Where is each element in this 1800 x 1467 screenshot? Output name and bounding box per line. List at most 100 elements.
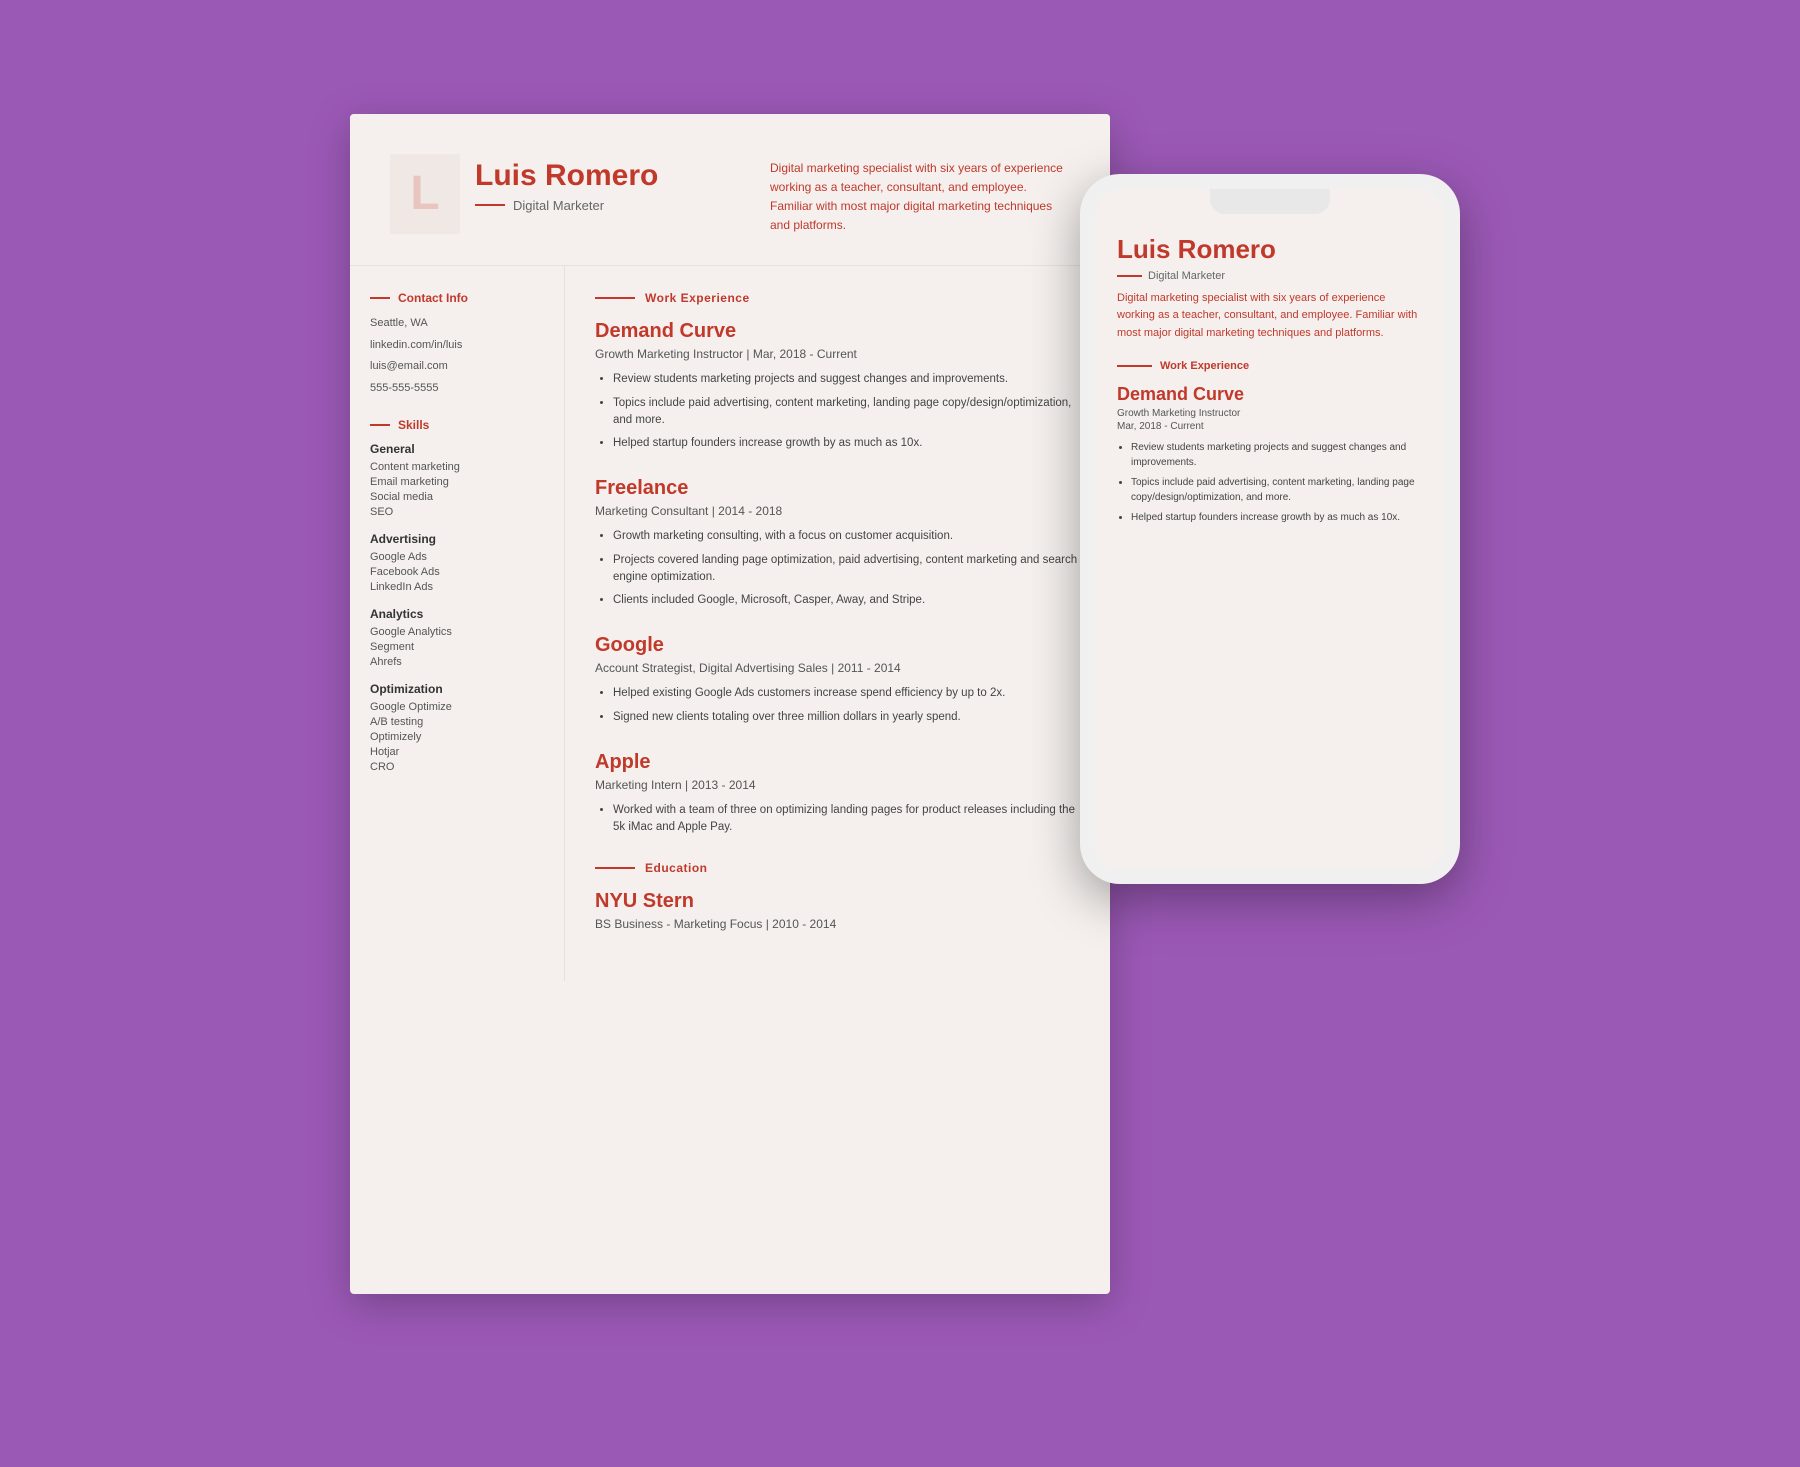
education-degree: BS Business - Marketing Focus | 2010 - 2… xyxy=(595,917,1080,931)
job-bullet: Helped existing Google Ads customers inc… xyxy=(613,685,1080,702)
job-bullet: Topics include paid advertising, content… xyxy=(613,395,1080,430)
phone-screen: R Luis Romero Digital Marketer Digital m… xyxy=(1095,189,1445,869)
skill-content-marketing: Content marketing xyxy=(370,461,544,473)
education-school: NYU Stern xyxy=(595,890,1080,913)
education-header-line xyxy=(595,867,635,869)
skills-optimization: Optimization Google Optimize A/B testing… xyxy=(370,682,544,773)
header-left: L Luis Romero Digital Marketer xyxy=(390,154,658,234)
job-role-demand-curve: Growth Marketing Instructor | Mar, 2018 … xyxy=(595,347,1080,361)
skill-google-optimize: Google Optimize xyxy=(370,701,544,713)
skill-segment: Segment xyxy=(370,641,544,653)
skill-ahrefs: Ahrefs xyxy=(370,656,544,668)
skills-advertising-title: Advertising xyxy=(370,532,544,546)
job-google: Google Account Strategist, Digital Adver… xyxy=(595,634,1080,726)
job-demand-curve: Demand Curve Growth Marketing Instructor… xyxy=(595,320,1080,452)
contact-linkedin: linkedin.com/in/luis xyxy=(370,337,544,354)
education-nyu: NYU Stern BS Business - Marketing Focus … xyxy=(595,890,1080,931)
skill-facebook-ads: Facebook Ads xyxy=(370,566,544,578)
job-bullet: Growth marketing consulting, with a focu… xyxy=(613,528,1080,545)
resume-body: Contact Info Seattle, WA linkedin.com/in… xyxy=(350,266,1110,981)
phone-work-label: Work Experience xyxy=(1160,360,1249,372)
work-header-line xyxy=(595,297,635,299)
job-company-freelance: Freelance xyxy=(595,477,1080,500)
contact-section: Contact Info Seattle, WA linkedin.com/in… xyxy=(370,291,544,396)
phone-work-header: Work Experience xyxy=(1117,360,1423,372)
job-bullet: Review students marketing projects and s… xyxy=(613,371,1080,388)
skill-email-marketing: Email marketing xyxy=(370,476,544,488)
name-divider-line xyxy=(475,204,505,206)
skills-section: Skills General Content marketing Email m… xyxy=(370,418,544,773)
education-header: Education xyxy=(595,861,1080,875)
skill-google-analytics: Google Analytics xyxy=(370,626,544,638)
job-freelance: Freelance Marketing Consultant | 2014 - … xyxy=(595,477,1080,609)
skill-google-ads: Google Ads xyxy=(370,551,544,563)
job-role-google: Account Strategist, Digital Advertising … xyxy=(595,661,1080,675)
phone-company-demand-curve: Demand Curve xyxy=(1117,384,1423,405)
skill-ab-testing: A/B testing xyxy=(370,716,544,728)
phone-notch xyxy=(1210,189,1330,214)
name-divider: Digital Marketer xyxy=(475,198,658,213)
work-header-label: Work Experience xyxy=(645,291,750,305)
job-bullet: Worked with a team of three on optimizin… xyxy=(613,802,1080,837)
contact-label: Contact Info xyxy=(398,291,468,305)
phone-summary: Digital marketing specialist with six ye… xyxy=(1117,290,1423,343)
phone-date-demand-curve: Mar, 2018 - Current xyxy=(1117,421,1423,432)
phone-bullets-demand-curve: Review students marketing projects and s… xyxy=(1117,440,1423,525)
phone-divider-line xyxy=(1117,275,1142,277)
job-bullet: Projects covered landing page optimizati… xyxy=(613,552,1080,587)
contact-phone: 555-555-5555 xyxy=(370,380,544,397)
resume-job-title: Digital Marketer xyxy=(513,198,604,213)
resume-header: L Luis Romero Digital Marketer Digital m… xyxy=(350,114,1110,267)
phone-name-divider: Digital Marketer xyxy=(1117,270,1423,282)
phone-device: R Luis Romero Digital Marketer Digital m… xyxy=(1080,174,1460,884)
job-company-google: Google xyxy=(595,634,1080,657)
resume-desktop: L Luis Romero Digital Marketer Digital m… xyxy=(350,114,1110,1294)
name-title-block: Luis Romero Digital Marketer xyxy=(475,154,658,218)
job-company-apple: Apple xyxy=(595,751,1080,774)
resume-name: Luis Romero xyxy=(475,159,658,193)
skills-general: General Content marketing Email marketin… xyxy=(370,442,544,518)
phone-bullet: Review students marketing projects and s… xyxy=(1131,440,1423,470)
job-bullets-demand-curve: Review students marketing projects and s… xyxy=(595,371,1080,452)
skills-advertising: Advertising Google Ads Facebook Ads Link… xyxy=(370,532,544,593)
phone-job-title: Digital Marketer xyxy=(1148,270,1225,282)
contact-location: Seattle, WA xyxy=(370,315,544,332)
phone-bullet: Helped startup founders increase growth … xyxy=(1131,510,1423,525)
job-role-freelance: Marketing Consultant | 2014 - 2018 xyxy=(595,504,1080,518)
job-bullet: Signed new clients totaling over three m… xyxy=(613,709,1080,726)
skill-optimizely: Optimizely xyxy=(370,731,544,743)
scene: L Luis Romero Digital Marketer Digital m… xyxy=(350,94,1450,1374)
skill-hotjar: Hotjar xyxy=(370,746,544,758)
phone-content: R Luis Romero Digital Marketer Digital m… xyxy=(1095,214,1445,551)
initial-block: L xyxy=(390,154,460,234)
header-summary: Digital marketing specialist with six ye… xyxy=(770,154,1070,236)
skills-analytics: Analytics Google Analytics Segment Ahref… xyxy=(370,607,544,668)
skill-social-media: Social media xyxy=(370,491,544,503)
job-bullets-google: Helped existing Google Ads customers inc… xyxy=(595,685,1080,726)
skill-linkedin-ads: LinkedIn Ads xyxy=(370,581,544,593)
skills-line xyxy=(370,424,390,426)
skills-analytics-title: Analytics xyxy=(370,607,544,621)
work-experience-header: Work Experience xyxy=(595,291,1080,305)
skill-cro: CRO xyxy=(370,761,544,773)
initial-letter: L xyxy=(410,166,439,221)
job-bullets-apple: Worked with a team of three on optimizin… xyxy=(595,802,1080,837)
phone-wrapper: R Luis Romero Digital Marketer Digital m… xyxy=(1080,174,1480,884)
sidebar: Contact Info Seattle, WA linkedin.com/in… xyxy=(350,266,565,981)
skill-seo: SEO xyxy=(370,506,544,518)
skills-optimization-title: Optimization xyxy=(370,682,544,696)
skills-general-title: General xyxy=(370,442,544,456)
job-bullet: Clients included Google, Microsoft, Casp… xyxy=(613,592,1080,609)
phone-name: Luis Romero xyxy=(1117,234,1423,265)
phone-bullet: Topics include paid advertising, content… xyxy=(1131,475,1423,505)
skills-title: Skills xyxy=(370,418,544,432)
job-apple: Apple Marketing Intern | 2013 - 2014 Wor… xyxy=(595,751,1080,837)
contact-email: luis@email.com xyxy=(370,358,544,375)
job-role-apple: Marketing Intern | 2013 - 2014 xyxy=(595,778,1080,792)
phone-section-line xyxy=(1117,365,1152,367)
education-header-label: Education xyxy=(645,861,708,875)
phone-header-area: R Luis Romero Digital Marketer xyxy=(1117,234,1423,290)
job-bullets-freelance: Growth marketing consulting, with a focu… xyxy=(595,528,1080,609)
contact-line xyxy=(370,297,390,299)
job-company-demand-curve: Demand Curve xyxy=(595,320,1080,343)
